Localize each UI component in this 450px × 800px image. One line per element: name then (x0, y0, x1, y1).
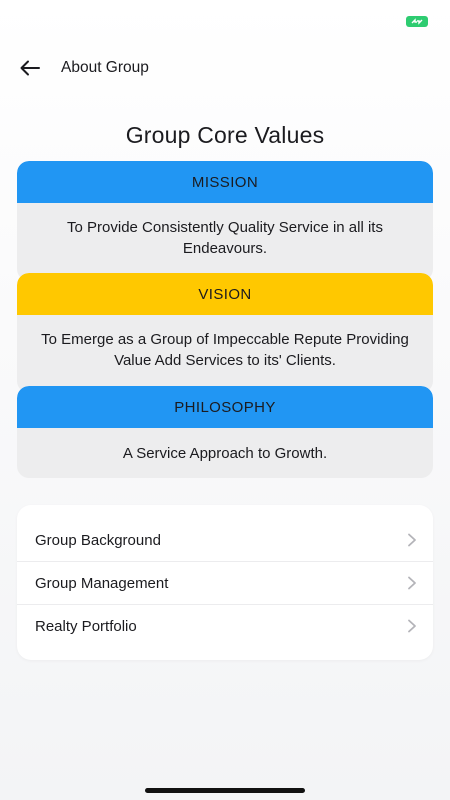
menu-item-label: Group Background (35, 532, 161, 549)
philosophy-text: A Service Approach to Growth. (122, 444, 328, 462)
page-title: About Group (61, 59, 149, 76)
mission-text: To Provide Consistently Quality Service … (67, 219, 383, 257)
back-button[interactable] (16, 54, 44, 82)
vision-text: To Emerge as a Group of Impeccable Reput… (41, 331, 409, 369)
arrow-left-icon (20, 60, 40, 76)
menu-item-label: Group Management (35, 574, 169, 592)
menu-item-realty-portfolio[interactable]: Realty Portfolio (17, 604, 433, 647)
philosophy-header: PHILOSOPHY (17, 386, 433, 428)
menu-item-label: Realty Portfolio (35, 617, 137, 635)
group-menu: Group Background Group Management Realty… (17, 505, 433, 660)
charging-arrows-icon (411, 18, 423, 25)
mission-card: MISSION To Provide Consistently Quality … (17, 161, 433, 281)
vision-card: VISION To Emerge as a Group of Impeccabl… (17, 273, 433, 393)
status-bar (0, 0, 450, 40)
vision-header: VISION (17, 273, 433, 315)
navigation-bar: About Group (0, 48, 450, 88)
home-indicator[interactable] (145, 788, 305, 793)
menu-item-group-management[interactable]: Group Management (17, 561, 433, 604)
chevron-right-icon (408, 619, 416, 633)
philosophy-card: PHILOSOPHY A Service Approach to Growth. (17, 386, 433, 478)
mission-header: MISSION (17, 161, 433, 203)
chevron-right-icon (408, 576, 416, 590)
chevron-right-icon (408, 533, 416, 547)
battery-charging-icon (406, 16, 428, 27)
menu-item-group-background[interactable]: Group Background (17, 519, 433, 562)
core-values-title: Group Core Values (125, 122, 325, 148)
